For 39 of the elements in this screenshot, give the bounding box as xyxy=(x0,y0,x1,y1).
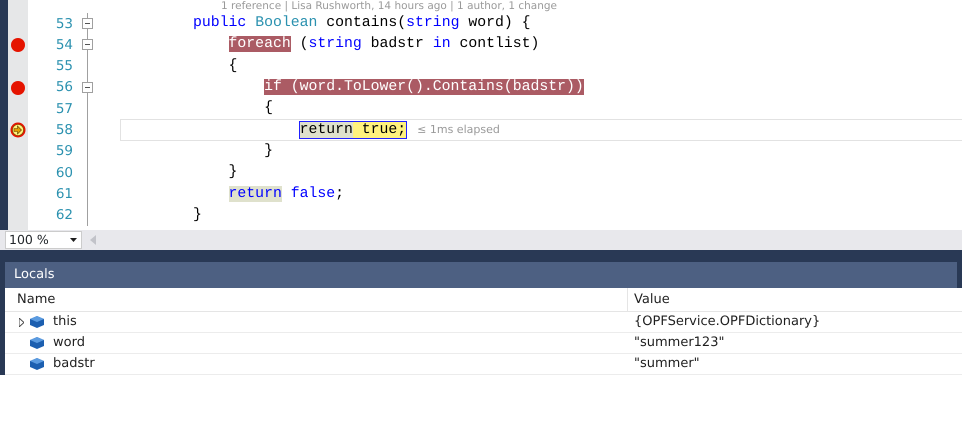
code-line: } xyxy=(228,163,238,182)
code-line: return false; xyxy=(228,184,344,204)
column-header[interactable]: Value xyxy=(628,288,962,311)
variable-value: {OPFService.OPFDictionary} xyxy=(634,313,820,332)
caret-icon xyxy=(70,238,77,242)
breakpoint-icon[interactable] xyxy=(11,80,25,95)
variable-name: word xyxy=(53,334,85,352)
field-icon xyxy=(30,337,44,349)
code-line: { xyxy=(228,56,238,76)
variable-name: this xyxy=(53,313,77,332)
zoom-dropdown[interactable]: 100 % xyxy=(5,231,82,249)
panel-title: Locals xyxy=(14,266,54,284)
line-number: 53 xyxy=(54,14,73,34)
collapse-icon[interactable] xyxy=(82,82,93,94)
field-icon xyxy=(30,316,44,328)
collapse-icon[interactable] xyxy=(82,18,93,30)
code-line: } xyxy=(263,142,273,161)
collapse-icon[interactable] xyxy=(82,39,93,50)
expand-icon[interactable] xyxy=(18,318,24,326)
code-line: foreach (string badstr in contlist) xyxy=(228,35,540,54)
line-number: 58 xyxy=(54,121,73,140)
breakpoint-icon[interactable] xyxy=(11,38,25,52)
code-line: public Boolean contains(string word) { xyxy=(192,14,530,34)
line-number: 54 xyxy=(54,36,73,55)
code-line: { xyxy=(263,99,273,118)
field-icon xyxy=(30,358,44,370)
code-line: } xyxy=(192,206,202,225)
column-header[interactable]: Name xyxy=(5,288,628,311)
line-number: 56 xyxy=(54,78,73,98)
line-number: 62 xyxy=(54,206,73,226)
variable-value: "summer" xyxy=(634,355,700,374)
line-number: 59 xyxy=(54,142,73,162)
line-number: 60 xyxy=(54,164,73,183)
variable-name: badstr xyxy=(53,355,95,374)
line-number: 61 xyxy=(54,184,73,204)
line-number: 55 xyxy=(54,57,73,76)
variable-value: "summer123" xyxy=(634,334,724,352)
line-number: 57 xyxy=(54,100,73,119)
code-line: return true; xyxy=(298,120,406,140)
